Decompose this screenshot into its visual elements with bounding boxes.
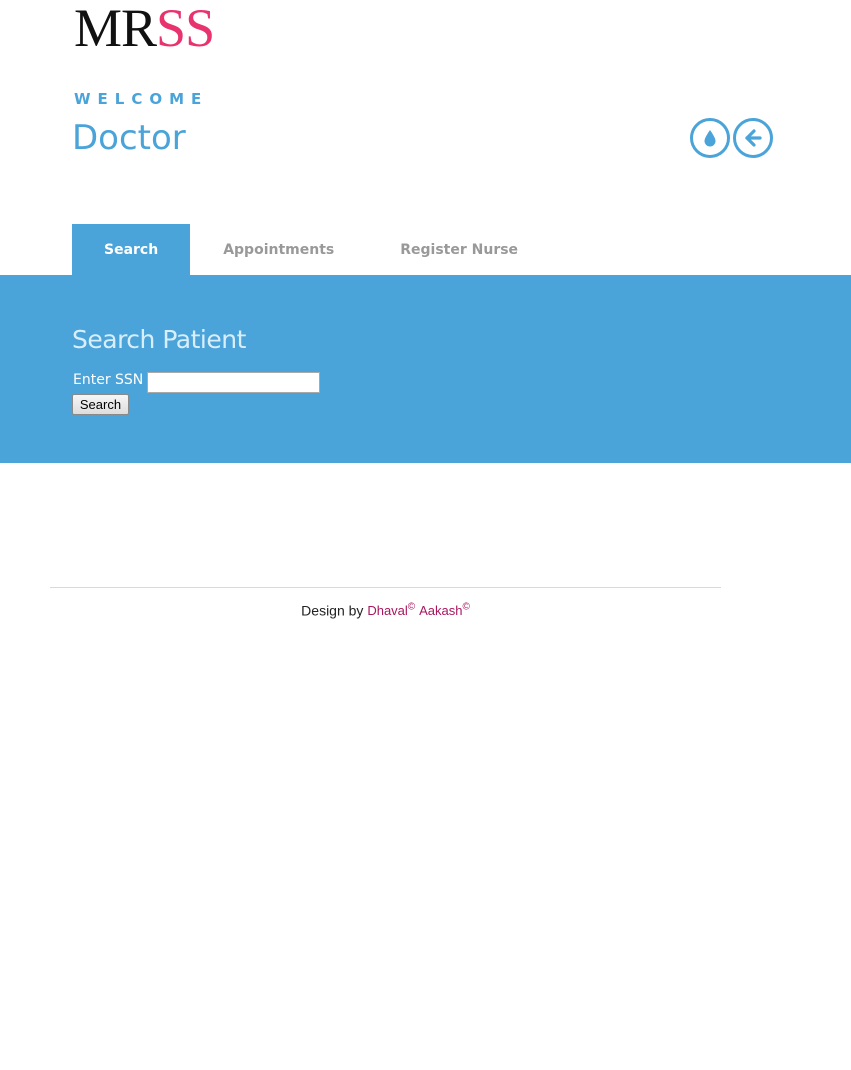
search-button[interactable]: Search [72, 394, 129, 415]
ssn-label: Enter SSN [73, 372, 144, 388]
logo: MRSS [74, 0, 215, 58]
copyright-mark: © [407, 602, 416, 613]
copyright-mark: © [462, 602, 470, 613]
drop-icon [704, 130, 716, 147]
ssn-input[interactable] [147, 372, 320, 393]
search-patient-title: Search Patient [72, 325, 246, 354]
footer-prefix: Design by [301, 602, 364, 619]
theme-drop-button[interactable] [690, 118, 730, 158]
welcome-label: WELCOME [74, 90, 209, 108]
author-name-dhaval: Dhaval [367, 603, 408, 619]
main-tabs: Search Appointments Register Nurse [72, 224, 551, 275]
logo-text-ss: SS [156, 0, 215, 58]
tab-appointments[interactable]: Appointments [190, 224, 367, 275]
logout-back-button[interactable] [733, 118, 773, 158]
footer-divider [50, 587, 721, 588]
arrow-left-icon [745, 129, 762, 147]
author-link-aakash[interactable]: Aakash© [419, 602, 470, 619]
author-name-aakash: Aakash [419, 603, 463, 619]
logo-text-mr: MR [74, 0, 157, 58]
footer: Design by Dhaval© Aakash© [0, 602, 771, 618]
search-panel: Search Patient Enter SSN Search [0, 275, 851, 463]
tab-search[interactable]: Search [72, 224, 191, 275]
author-link-dhaval[interactable]: Dhaval© [367, 602, 416, 619]
user-role-title: Doctor [72, 118, 186, 158]
tab-register-nurse[interactable]: Register Nurse [367, 224, 551, 275]
